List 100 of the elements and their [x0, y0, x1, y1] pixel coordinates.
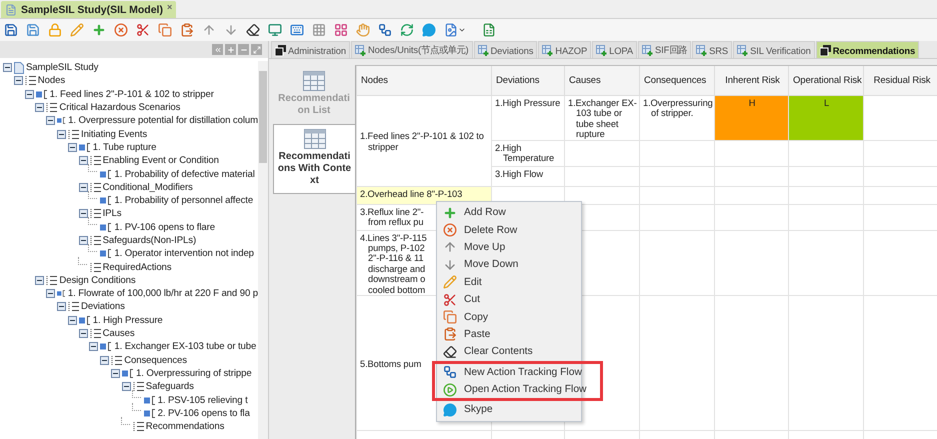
- tree-item[interactable]: 1. PV-106 opens to flare: [114, 222, 215, 233]
- add-icon[interactable]: [443, 206, 457, 220]
- scrollbar[interactable]: [258, 61, 268, 439]
- collapse-toggle[interactable]: [46, 289, 56, 298]
- tab[interactable]: SRS: [692, 41, 732, 58]
- collapse-toggle[interactable]: [24, 90, 34, 99]
- tree-item[interactable]: Critical Hazardous Scenarios: [59, 102, 180, 114]
- copy-icon[interactable]: [443, 310, 457, 324]
- collapse-toggle[interactable]: [122, 382, 131, 392]
- cut-icon[interactable]: [443, 292, 457, 307]
- monitor-icon[interactable]: [268, 23, 282, 37]
- tree-item[interactable]: 1. Feed lines 2"-P-101 & 102 to stripper: [50, 88, 214, 100]
- add-icon[interactable]: [92, 23, 106, 37]
- tab[interactable]: LOPA: [592, 41, 638, 58]
- minus-icon: [26, 92, 32, 97]
- tab[interactable]: Recommendations: [816, 41, 920, 58]
- document-tab[interactable]: SampleSIL Study(SIL Model) ×: [1, 1, 176, 18]
- collapse-toggle[interactable]: [89, 342, 98, 352]
- caret-icon[interactable]: [458, 26, 466, 34]
- collapse-toggle[interactable]: [78, 209, 88, 218]
- tab[interactable]: Administration: [271, 41, 350, 58]
- tree-item[interactable]: Nodes: [38, 75, 66, 86]
- tree-item[interactable]: 1. PSV-105 relieving t: [158, 394, 248, 406]
- tree-item[interactable]: 1. Tube rupture: [92, 142, 156, 153]
- tree-item[interactable]: Recommendations: [146, 421, 224, 432]
- collapse-toggle[interactable]: [68, 142, 77, 152]
- tree-item[interactable]: Deviations: [81, 301, 125, 312]
- collapse-toggle[interactable]: [46, 116, 56, 126]
- workflow-icon[interactable]: [378, 23, 392, 37]
- tree-item[interactable]: Consequences: [124, 354, 187, 366]
- eraser-icon[interactable]: [246, 23, 260, 37]
- collapse-toggle[interactable]: [68, 316, 77, 325]
- play-icon[interactable]: [443, 382, 457, 397]
- tree-item[interactable]: Safeguards: [146, 381, 194, 392]
- workflow-icon[interactable]: [443, 365, 457, 380]
- tree-item[interactable]: Conditional_Modifiers: [102, 182, 193, 193]
- resize-button[interactable]: [251, 44, 262, 55]
- save-icon[interactable]: [4, 23, 18, 37]
- copy-icon[interactable]: [158, 23, 172, 37]
- tree-item[interactable]: Initiating Events: [81, 128, 148, 140]
- collapse-toggle[interactable]: [78, 182, 88, 192]
- arrow-down-icon[interactable]: [443, 258, 457, 272]
- table-add-icon: [542, 44, 554, 56]
- tree-item[interactable]: 1. Probability of defective material: [114, 168, 255, 180]
- tree-item[interactable]: 2. PV-106 opens to fla: [158, 408, 250, 419]
- collapse-toggle[interactable]: [78, 236, 88, 245]
- cut-icon[interactable]: [136, 23, 150, 37]
- spreadsheet-icon[interactable]: [482, 23, 496, 37]
- collapse-toggle[interactable]: [3, 63, 12, 72]
- collapse-toggle[interactable]: [111, 368, 120, 378]
- tab[interactable]: SIL Verification: [733, 41, 815, 58]
- tree-item[interactable]: 1. Probability of personnel affecte: [114, 195, 254, 206]
- node-icon: [122, 368, 134, 378]
- tab[interactable]: HAZOP: [538, 41, 592, 58]
- image-icon[interactable]: [444, 23, 458, 37]
- tiles-icon[interactable]: [334, 23, 348, 37]
- expand-button[interactable]: [225, 44, 236, 55]
- tree-item[interactable]: 1. Operator intervention not indep: [114, 248, 254, 260]
- collapse-toggle[interactable]: [100, 356, 110, 365]
- tree-item[interactable]: RequiredActions: [102, 262, 172, 273]
- collapse-toggle[interactable]: [14, 76, 23, 86]
- refresh-icon[interactable]: [400, 23, 414, 37]
- collapse-toggle[interactable]: [35, 276, 44, 285]
- tree-item[interactable]: 1. High Pressure: [92, 314, 163, 326]
- chat-icon[interactable]: [422, 23, 436, 37]
- tab[interactable]: Nodes/Units(节点或单元): [351, 41, 473, 58]
- tree-item[interactable]: Safeguards(Non-IPLs): [102, 235, 196, 246]
- paste-icon[interactable]: [180, 23, 194, 37]
- collapse-toggle[interactable]: [78, 329, 88, 338]
- chat-icon[interactable]: [443, 402, 457, 417]
- hand-icon[interactable]: [356, 23, 370, 37]
- eraser-icon[interactable]: [443, 344, 457, 359]
- tab[interactable]: SIF回路: [638, 41, 692, 58]
- node-cell[interactable]: 1.Feed lines 2"-P-101 & 102 to stripper: [356, 96, 492, 186]
- tree-item[interactable]: 1. Exchanger EX-103 tube or tube: [114, 341, 256, 352]
- tree-item[interactable]: 1. Overpressuring of strippe: [136, 368, 252, 379]
- side-tab[interactable]: Recommendations With Context: [273, 124, 355, 194]
- collapse-button[interactable]: [238, 44, 249, 55]
- collapse-toggle[interactable]: [57, 130, 66, 139]
- tree-item[interactable]: 1. Overpressure potential for distillation colum: [68, 115, 258, 126]
- grid-icon[interactable]: [312, 23, 326, 37]
- first-button[interactable]: [212, 44, 223, 55]
- delete-icon[interactable]: [114, 23, 128, 37]
- tree-item[interactable]: IPLs: [102, 208, 122, 220]
- close-icon[interactable]: ×: [166, 2, 172, 12]
- minus-icon: [80, 184, 86, 190]
- tree-item[interactable]: SampleSIL Study: [26, 62, 98, 74]
- edit-icon[interactable]: [70, 23, 84, 37]
- collapse-toggle[interactable]: [78, 156, 88, 166]
- tree-item[interactable]: Enabling Event or Condition: [102, 155, 219, 166]
- tab[interactable]: Deviations: [474, 41, 538, 58]
- collapse-toggle[interactable]: [35, 103, 44, 112]
- keyboard-icon[interactable]: [290, 23, 304, 37]
- minus-icon: [59, 304, 64, 310]
- tree-item[interactable]: Design Conditions: [59, 274, 136, 286]
- tree-item[interactable]: 1. Flowrate of 100,000 lb/hr at 220 F and 90 p: [68, 288, 258, 300]
- tree-item[interactable]: Causes: [102, 328, 135, 340]
- collapse-toggle[interactable]: [57, 302, 66, 312]
- save-as-icon[interactable]: [26, 23, 40, 37]
- delete-icon[interactable]: [443, 223, 457, 238]
